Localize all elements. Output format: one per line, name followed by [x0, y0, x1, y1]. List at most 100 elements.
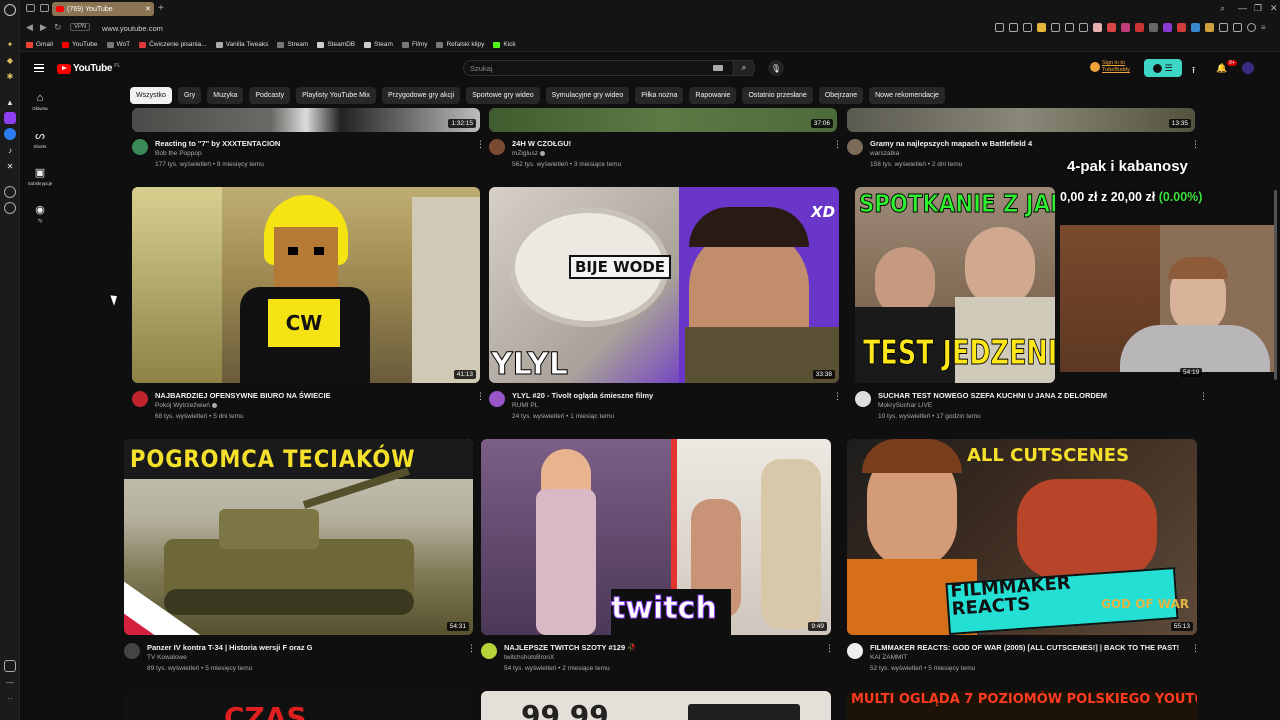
- channel-name[interactable]: Pokój Wytrzeźwień: [155, 402, 217, 409]
- download-icon[interactable]: [1219, 23, 1228, 32]
- extension-icon-9[interactable]: [1107, 23, 1116, 32]
- bookmark-item[interactable]: Ćwiczenie pisania...: [139, 41, 207, 48]
- new-tab-icon[interactable]: +: [158, 3, 164, 14]
- url-field[interactable]: www.youtube.com: [102, 24, 163, 33]
- video-thumbnail[interactable]: BIJE WODE YLYL XD 33:38: [489, 187, 839, 383]
- video-title[interactable]: Gramy na najlepszych mapach w Battlefiel…: [870, 139, 1032, 148]
- messenger-icon[interactable]: [4, 128, 16, 140]
- more-options-icon[interactable]: ⋮: [1191, 643, 1200, 654]
- more-options-icon[interactable]: ⋮: [833, 139, 842, 150]
- channel-name[interactable]: warszatka: [870, 150, 899, 157]
- bookmark-icon[interactable]: ◆: [4, 54, 16, 66]
- vpn-badge[interactable]: VPN: [70, 23, 91, 31]
- twitch-app-icon[interactable]: [4, 112, 16, 124]
- channel-name[interactable]: KAI ZAMMIT: [870, 654, 907, 661]
- search-input[interactable]: Szukaj: [463, 60, 753, 76]
- bookmark-item[interactable]: Stream: [277, 41, 308, 48]
- chip[interactable]: Ostatnio przesłane: [742, 87, 813, 104]
- play-icon[interactable]: [1065, 23, 1074, 32]
- bookmark-item[interactable]: SteamDB: [317, 41, 355, 48]
- media-controls-strip[interactable]: [688, 704, 800, 720]
- chip[interactable]: Przygodowe gry akcji: [382, 87, 461, 104]
- extension-icon-14[interactable]: [1177, 23, 1186, 32]
- chip[interactable]: Playlisty YouTube Mix: [296, 87, 376, 104]
- video-thumbnail[interactable]: 13:35: [847, 108, 1195, 132]
- youtube-logo[interactable]: YouTube PL: [57, 63, 120, 74]
- x-icon[interactable]: ✕: [4, 160, 16, 172]
- music-player-icon[interactable]: [4, 186, 16, 198]
- extension-icon-16[interactable]: [1205, 23, 1214, 32]
- channel-name[interactable]: twitchshotsBronX: [504, 654, 554, 661]
- video-title[interactable]: Panzer IV kontra T-34 | Historia wersji …: [147, 643, 312, 652]
- channel-name[interactable]: TV Kowalowe: [147, 654, 187, 661]
- channel-avatar[interactable]: [489, 391, 505, 407]
- pinboard-icon[interactable]: [4, 660, 16, 672]
- extension-icon-4[interactable]: [1037, 23, 1046, 32]
- tab-youtube[interactable]: (769) YouTube ✕: [52, 2, 154, 16]
- video-title[interactable]: FILMMAKER REACTS: GOD OF WAR (2005) [ALL…: [870, 643, 1179, 652]
- search-tabs-icon[interactable]: ⌕: [1220, 3, 1225, 14]
- channel-name[interactable]: Bob the Poppop: [155, 150, 202, 157]
- nav-shorts[interactable]: ᔕ Shorts: [20, 129, 60, 149]
- channel-name[interactable]: mZiglusz: [512, 150, 546, 157]
- close-window-icon[interactable]: ✕: [1270, 3, 1278, 14]
- channel-avatar[interactable]: [847, 139, 863, 155]
- chip[interactable]: Gry: [177, 87, 202, 104]
- speed-dial-icon[interactable]: ✦: [4, 38, 16, 50]
- bookmark-item[interactable]: Filmy: [401, 41, 427, 48]
- more-options-icon[interactable]: ⋮: [467, 643, 476, 654]
- chip[interactable]: Wszystko: [130, 87, 172, 104]
- minimize-icon[interactable]: —: [1238, 3, 1247, 13]
- search-button[interactable]: ⌕: [733, 60, 755, 76]
- nav-you[interactable]: ◉ Ty: [20, 203, 60, 223]
- heart-icon[interactable]: [1093, 23, 1102, 32]
- video-thumbnail[interactable]: 1:32:15: [132, 108, 480, 132]
- channel-avatar[interactable]: [132, 391, 148, 407]
- back-icon[interactable]: ◀: [26, 22, 33, 33]
- extension-icon[interactable]: ✱: [4, 70, 16, 82]
- nav-subscriptions[interactable]: ▣ Subskrypcje: [20, 166, 60, 186]
- more-options-icon[interactable]: ⋮: [825, 643, 834, 654]
- video-title[interactable]: 24H W CZOŁGU!: [512, 139, 571, 148]
- scrollbar[interactable]: [1274, 190, 1277, 380]
- more-options-icon[interactable]: ⋮: [1199, 391, 1208, 402]
- workspaces-icon[interactable]: [26, 4, 35, 12]
- chip[interactable]: Piłka nożna: [635, 87, 684, 104]
- notifications-icon[interactable]: 🔔: [1216, 63, 1227, 74]
- opera-menu-icon[interactable]: [4, 4, 16, 16]
- chip[interactable]: Nowe rekomendacje: [869, 87, 945, 104]
- upload-icon[interactable]: ⭱: [1192, 63, 1195, 79]
- voice-search-button[interactable]: 🎙: [768, 60, 784, 76]
- chip[interactable]: Sportowe gry wideo: [466, 87, 540, 104]
- camera-icon[interactable]: [1079, 23, 1088, 32]
- video-title[interactable]: NAJBARDZIEJ OFENSYWNE BIURO NA ŚWIECIE: [155, 391, 331, 400]
- channel-avatar[interactable]: [489, 139, 505, 155]
- bookmark-item[interactable]: Kick: [493, 41, 516, 48]
- channel-avatar[interactable]: [132, 139, 148, 155]
- video-thumbnail[interactable]: twitch 9:49: [481, 439, 831, 635]
- more-options-icon[interactable]: ⋮: [1191, 139, 1200, 150]
- chip[interactable]: Podcasty: [249, 87, 291, 104]
- account-avatar[interactable]: [1242, 62, 1254, 74]
- tiktok-icon[interactable]: ♪: [4, 144, 16, 156]
- extension-icon-12[interactable]: [1149, 23, 1158, 32]
- bookmark-item[interactable]: Refalski klipy: [436, 41, 484, 48]
- close-tab-icon[interactable]: ✕: [145, 5, 151, 13]
- extension-icon-5[interactable]: [1051, 23, 1060, 32]
- tubebuddy-signin-link[interactable]: Sign in to TubeBuddy: [1102, 60, 1130, 74]
- profile-icon[interactable]: [1247, 23, 1256, 32]
- more-options-icon[interactable]: ⋮: [833, 391, 842, 402]
- video-thumbnail[interactable]: SPOTKANIE Z JANEM TEST JEDZENIA: [855, 187, 1055, 383]
- video-thumbnail[interactable]: MULTI OGLĄDA 7 POZIOMÓW POLSKIEGO YOUTUB…: [847, 691, 1197, 720]
- aria-icon[interactable]: ▲: [4, 96, 16, 108]
- bookmark-item[interactable]: Steam: [364, 41, 393, 48]
- channel-avatar[interactable]: [855, 391, 871, 407]
- reload-icon[interactable]: ↻: [54, 22, 62, 33]
- bookmark-item[interactable]: WoT: [106, 41, 130, 48]
- chip[interactable]: Muzyka: [207, 87, 244, 104]
- video-thumbnail[interactable]: CZAS: [124, 691, 473, 720]
- snapshot-icon[interactable]: [1233, 23, 1242, 32]
- channel-avatar[interactable]: [481, 643, 497, 659]
- channel-name[interactable]: RUMI PL: [512, 402, 538, 409]
- keyboard-icon[interactable]: [713, 65, 723, 71]
